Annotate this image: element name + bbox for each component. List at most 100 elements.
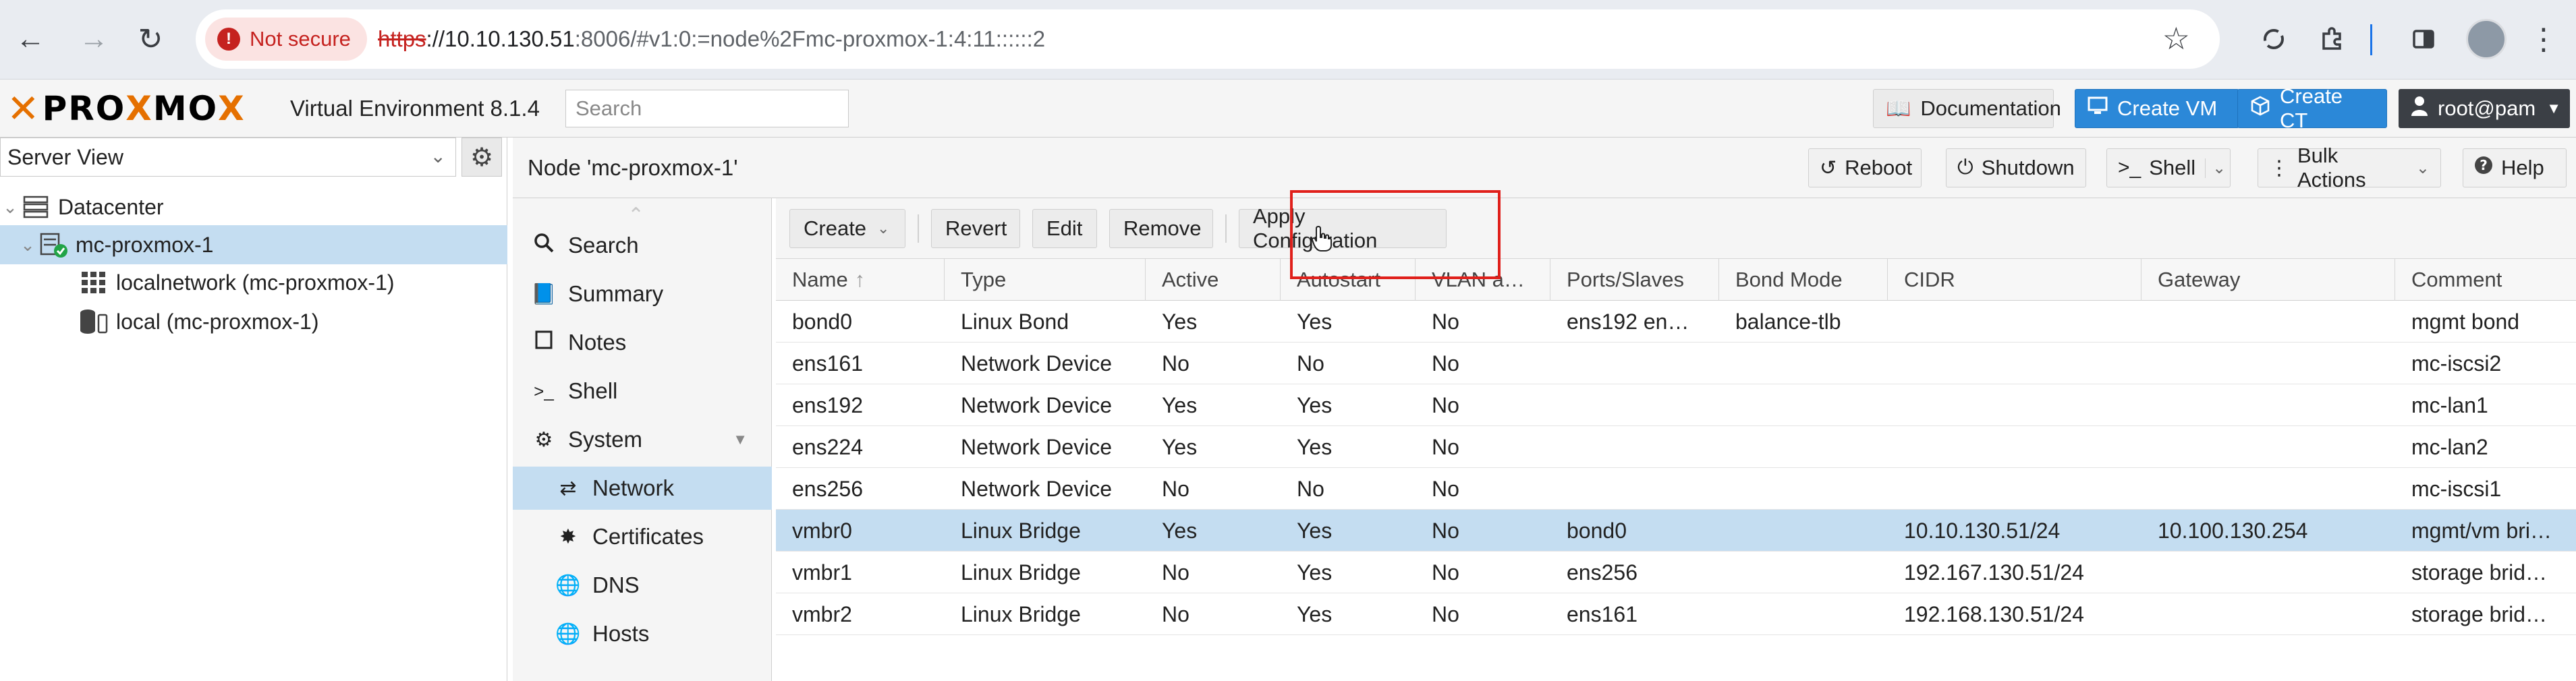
menu-item-system[interactable]: ⚙ System ▼ (513, 418, 772, 461)
cell-name: ens161 (792, 351, 863, 376)
warning-icon: ! (217, 28, 240, 51)
column-header-ports[interactable]: Ports/Slaves (1550, 259, 1719, 301)
node-online-icon (38, 231, 69, 258)
table-row[interactable]: ens161 Network Device No No No mc-iscsi2 (776, 343, 2576, 384)
monitor-icon (2088, 96, 2108, 121)
chevron-down-icon[interactable]: ▼ (733, 431, 748, 448)
cell-type: Network Device (961, 476, 1113, 501)
cell-vlan: No (1432, 476, 1459, 501)
cell-gateway: 10.100.130.254 (2158, 518, 2308, 543)
menu-item-network[interactable]: ⇄ Network (513, 467, 772, 510)
menu-item-search[interactable]: Search (513, 224, 772, 267)
cell-bond-mode: balance-tlb (1735, 309, 1841, 334)
tree-item-local-storage[interactable]: local (mc-proxmox-1) (0, 302, 507, 341)
not-secure-label: Not secure (250, 27, 351, 51)
column-header-gateway[interactable]: Gateway (2141, 259, 2395, 301)
reboot-button[interactable]: ↺ Reboot (1808, 148, 1922, 187)
table-row[interactable]: vmbr2 Linux Bridge No Yes No ens161 192.168.13… (776, 593, 2576, 635)
user-menu-button[interactable]: root@pam ▼ (2399, 89, 2570, 128)
extension-sync-icon[interactable] (2249, 15, 2298, 63)
table-row[interactable]: ens192 Network Device Yes Yes No mc-lan1 (776, 384, 2576, 426)
cell-active: Yes (1162, 392, 1198, 417)
profile-avatar[interactable] (2466, 19, 2507, 59)
side-panel-icon[interactable] (2399, 15, 2448, 63)
help-icon: ? (2474, 156, 2493, 180)
cell-gateway (2141, 593, 2395, 635)
column-header-comment[interactable]: Comment (2395, 259, 2576, 301)
table-row[interactable]: ens224 Network Device Yes Yes No mc-lan2 (776, 426, 2576, 468)
tree-item-localnetwork[interactable]: localnetwork (mc-proxmox-1) (0, 263, 507, 302)
gear-icon[interactable]: ⚙ (461, 138, 502, 177)
cell-gateway (2141, 552, 2395, 593)
url-text[interactable]: https://10.10.130.51:8006/#v1:0:=node%2F… (378, 9, 1045, 69)
documentation-button[interactable]: 📖 Documentation (1873, 89, 2061, 128)
not-secure-badge[interactable]: ! Not secure (205, 18, 367, 61)
cell-active: Yes (1162, 309, 1198, 334)
cell-cidr: 192.168.130.51/24 (1904, 601, 2084, 626)
menu-item-summary[interactable]: 📘 Summary (513, 272, 772, 316)
cell-comment: mc-lan2 (2411, 434, 2488, 459)
server-rack-icon (20, 194, 51, 220)
address-bar[interactable]: ! Not secure https://10.10.130.51:8006/#… (196, 9, 2220, 69)
column-header-cidr[interactable]: CIDR (1888, 259, 2141, 301)
create-ct-button[interactable]: Create CT (2237, 84, 2387, 132)
header-search-input[interactable]: Search (565, 90, 849, 127)
create-vm-button[interactable]: Create VM (2075, 89, 2239, 128)
cell-ports: ens256 (1567, 560, 1637, 585)
bulk-actions-button[interactable]: ⋮ Bulk Actions ⌄ (2258, 144, 2441, 191)
create-button[interactable]: Create ⌄ (789, 209, 905, 248)
cell-active: No (1162, 560, 1189, 585)
node-header: Node 'mc-proxmox-1' ↺ Reboot ⏻ Shutdown … (513, 138, 2576, 198)
reload-icon[interactable]: ↻ (127, 15, 174, 63)
menu-item-shell[interactable]: >_ Shell (513, 369, 772, 413)
shutdown-button[interactable]: ⏻ Shutdown (1946, 148, 2086, 187)
network-panel: Create ⌄ Revert Edit Remove Apply Config… (776, 198, 2576, 681)
table-row[interactable]: ens256 Network Device No No No mc-iscsi1 (776, 468, 2576, 510)
proxmox-logo: ✕ PRO X MO X (7, 86, 246, 131)
help-button[interactable]: ? Help (2463, 148, 2567, 187)
forward-icon[interactable]: → (70, 15, 117, 63)
bookmark-star-icon[interactable]: ☆ (2162, 20, 2190, 57)
collapse-icon[interactable]: ⌄ (0, 197, 20, 218)
tree-item-datacenter[interactable]: ⌄ Datacenter (0, 187, 507, 227)
cell-cidr (1888, 301, 2141, 343)
cell-name: ens192 (792, 392, 863, 417)
menu-item-dns[interactable]: 🌐 DNS (513, 564, 772, 607)
cell-vlan: No (1432, 601, 1459, 626)
chevron-down-icon[interactable]: ⌄ (2205, 158, 2226, 178)
network-grid-header: Name ↑ Type Active Autostart VLAN a… Por… (776, 259, 2576, 301)
table-row[interactable]: vmbr1 Linux Bridge No Yes No ens256 192.167.13… (776, 552, 2576, 593)
shell-button[interactable]: >_ Shell ⌄ (2106, 148, 2231, 187)
cell-comment: mc-lan1 (2411, 392, 2488, 417)
column-header-bond-mode[interactable]: Bond Mode (1719, 259, 1888, 301)
table-row[interactable]: vmbr0 Linux Bridge Yes Yes No bond0 10.10.130.… (776, 510, 2576, 552)
globe-icon: 🌐 (555, 574, 581, 597)
cell-name: vmbr0 (792, 518, 852, 543)
cell-type: Linux Bond (961, 309, 1069, 334)
table-row[interactable]: bond0 Linux Bond Yes Yes No ens192 en… balance… (776, 301, 2576, 343)
tree-item-node[interactable]: ⌄ mc-proxmox-1 (0, 225, 507, 264)
menu-item-hosts[interactable]: 🌐 Hosts (513, 612, 772, 655)
back-icon[interactable]: ← (7, 15, 54, 63)
puzzle-extensions-icon[interactable] (2307, 15, 2356, 63)
column-header-active[interactable]: Active (1146, 259, 1281, 301)
cell-type: Linux Bridge (961, 560, 1081, 585)
revert-button[interactable]: Revert (931, 209, 1020, 248)
cell-ports (1550, 426, 1719, 468)
browser-menu-icon[interactable]: ⋮ (2523, 15, 2564, 63)
grid-network-icon (78, 269, 109, 296)
cell-cidr: 192.167.130.51/24 (1904, 560, 2084, 585)
hand-cursor-icon (1311, 225, 1332, 260)
column-header-type[interactable]: Type (945, 259, 1146, 301)
toolbar-separator (918, 214, 919, 243)
version-label: Virtual Environment 8.1.4 (290, 96, 540, 121)
remove-button[interactable]: Remove (1109, 209, 1213, 248)
collapse-icon[interactable]: ⌄ (18, 235, 38, 256)
reboot-icon: ↺ (1820, 156, 1837, 179)
cell-autostart: No (1297, 476, 1324, 501)
edit-button[interactable]: Edit (1032, 209, 1097, 248)
menu-item-certificates[interactable]: ✸ Certificates (513, 515, 772, 558)
server-view-select[interactable]: Server View ⌄ (0, 138, 456, 177)
menu-item-notes[interactable]: Notes (513, 321, 772, 364)
column-header-name[interactable]: Name ↑ (776, 259, 945, 301)
